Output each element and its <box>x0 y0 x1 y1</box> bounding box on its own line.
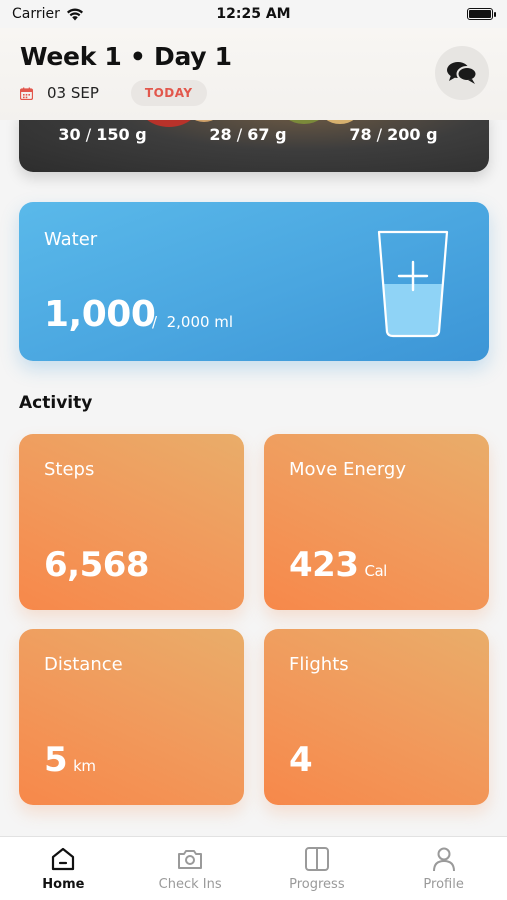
status-bar: Carrier 12:25 AM <box>0 0 507 28</box>
wifi-icon <box>66 8 83 20</box>
move-energy-card[interactable]: Move Energy 423 Cal <box>264 434 489 610</box>
tab-progress[interactable]: Progress <box>254 837 381 900</box>
chat-button[interactable] <box>435 46 489 100</box>
macro-carbs: 78 / 200 g <box>349 125 438 144</box>
tab-profile-label: Profile <box>423 877 464 892</box>
macro-fat: 28 / 67 g <box>209 125 287 144</box>
calendar-icon <box>20 87 33 100</box>
profile-icon <box>432 847 455 872</box>
tab-profile[interactable]: Profile <box>380 837 507 900</box>
home-icon <box>52 847 75 871</box>
add-water-glass-icon[interactable] <box>375 228 451 338</box>
page-title: Week 1 • Day 1 <box>20 42 232 71</box>
chat-bubbles-icon <box>447 62 478 84</box>
move-energy-label: Move Energy <box>289 459 407 480</box>
meal-card[interactable]: 30 / 150 g 28 / 67 g 78 / 200 g <box>19 112 489 172</box>
carrier-label: Carrier <box>12 6 60 22</box>
flights-value: 4 <box>289 740 313 780</box>
tab-check-ins-label: Check Ins <box>158 877 222 892</box>
macro-protein: 30 / 150 g <box>58 125 147 144</box>
today-button[interactable]: TODAY <box>130 80 207 106</box>
tab-check-ins[interactable]: Check Ins <box>127 837 254 900</box>
activity-section-title: Activity <box>19 393 93 413</box>
flights-card[interactable]: Flights 4 <box>264 629 489 805</box>
water-title: Water <box>44 229 98 250</box>
distance-label: Distance <box>44 654 123 675</box>
macro-row: 30 / 150 g 28 / 67 g 78 / 200 g <box>19 125 489 144</box>
distance-value: 5 km <box>44 740 96 780</box>
tab-home-label: Home <box>42 877 85 892</box>
header: Week 1 • Day 1 03 SEP TODAY <box>0 28 507 120</box>
steps-value: 6,568 <box>44 545 150 585</box>
battery-icon <box>467 8 496 20</box>
move-energy-value: 423 Cal <box>289 545 387 585</box>
tab-bar: Home Check Ins Progress Profile <box>0 836 507 900</box>
steps-card[interactable]: Steps 6,568 <box>19 434 244 610</box>
water-goal: / 2,000 ml <box>152 313 234 331</box>
progress-icon <box>304 847 329 871</box>
status-left: Carrier <box>12 6 84 22</box>
distance-card[interactable]: Distance 5 km <box>19 629 244 805</box>
tab-home[interactable]: Home <box>0 837 127 900</box>
water-card[interactable]: Water 1,000 / 2,000 ml <box>19 202 489 361</box>
steps-label: Steps <box>44 459 95 480</box>
date-row: 03 SEP TODAY <box>20 80 207 106</box>
water-amount: 1,000 <box>44 294 156 335</box>
flights-label: Flights <box>289 654 349 675</box>
tab-progress-label: Progress <box>289 877 345 892</box>
date-label[interactable]: 03 SEP <box>47 84 99 102</box>
camera-icon <box>178 850 203 869</box>
